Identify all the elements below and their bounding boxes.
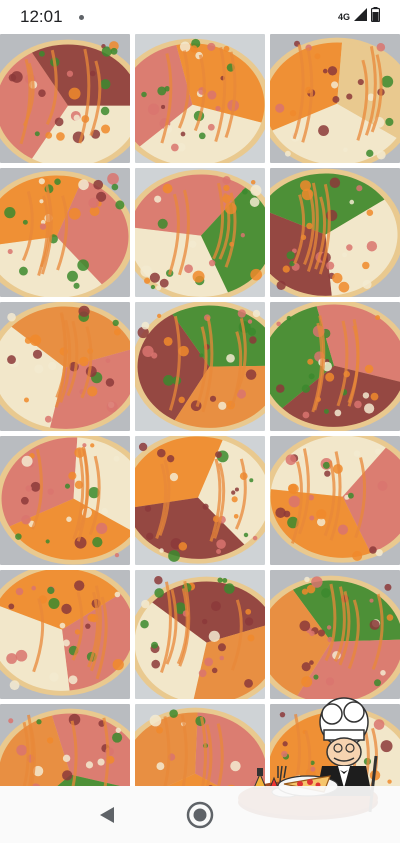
system-nav-bar (0, 786, 400, 843)
status-left: 12:01 (20, 7, 84, 27)
photo-6[interactable] (270, 168, 400, 297)
status-right: 4G (337, 7, 381, 27)
photo-9[interactable] (270, 302, 400, 431)
photo-1[interactable] (0, 34, 130, 163)
battery-icon (370, 7, 381, 27)
photo-3[interactable] (270, 34, 400, 163)
photo-4[interactable] (0, 168, 130, 297)
back-icon[interactable] (90, 798, 124, 832)
status-bar: 12:01 4G (0, 0, 400, 34)
photo-12[interactable] (270, 436, 400, 565)
photo-13[interactable] (0, 570, 130, 699)
photo-2[interactable] (135, 34, 265, 163)
photo-11[interactable] (135, 436, 265, 565)
photo-10[interactable] (0, 436, 130, 565)
photo-grid (0, 34, 400, 786)
photo-7[interactable] (0, 302, 130, 431)
home-icon[interactable] (183, 798, 217, 832)
network-label: 4G (337, 12, 350, 22)
clock: 12:01 (20, 7, 63, 26)
photo-15[interactable] (270, 570, 400, 699)
notification-dot-icon (78, 14, 84, 20)
photo-5[interactable] (135, 168, 265, 297)
photo-8[interactable] (135, 302, 265, 431)
photo-16[interactable] (0, 704, 130, 786)
signal-icon (354, 8, 367, 26)
photo-14[interactable] (135, 570, 265, 699)
